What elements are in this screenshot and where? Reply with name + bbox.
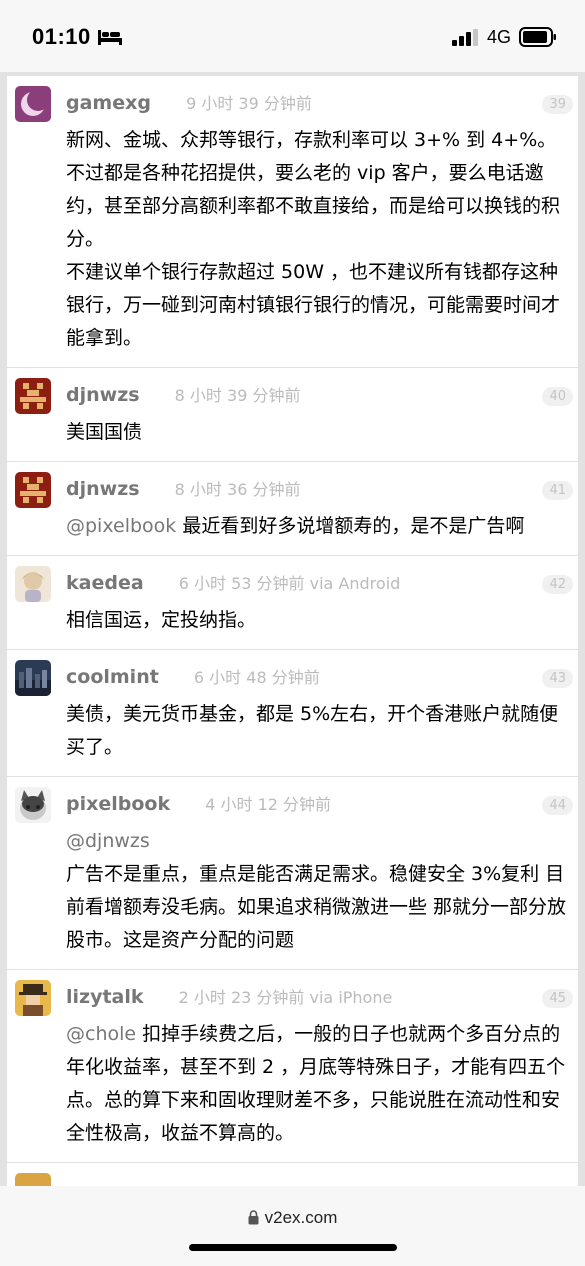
reply-meta: djnwzs 8 小时 36 分钟前 [66,476,578,502]
mention-link[interactable]: @chole [66,1023,136,1045]
floor-number: 40 [542,387,573,406]
network-label: 4G [487,27,512,47]
username-link[interactable]: kaedea [66,572,144,594]
avatar[interactable] [15,378,51,414]
reply-content: 美国国债 [66,416,572,449]
reply-paragraph: @pixelbook 最近看到好多说增额寿的，是不是广告啊 [66,510,572,543]
reply-item: gamexg 9 小时 39 分钟前 39 新网、金城、众邦等银行，存款利率可以… [7,76,578,368]
username-link[interactable]: gamexg [66,92,151,114]
reply-paragraph: 广告不是重点，重点是能否满足需求。稳健安全 3%复利 目前看增额寿没毛病。如果追… [66,863,567,951]
reply-item: coolmint 6 小时 48 分钟前 43 美债，美元货币基金，都是 5%左… [7,650,578,777]
avatar[interactable] [15,660,51,696]
url-bar[interactable]: v2ex.com [0,1208,585,1228]
floor-number: 39 [542,95,573,114]
reply-content: @chole 扣掉手续费之后，一般的日子也就两个多百分点的年化收益率，甚至不到 … [66,1018,572,1150]
reply-paragraph: 美债，美元货币基金，都是 5%左右，开个香港账户就随便买了。 [66,703,559,758]
reply-content: 新网、金城、众邦等银行，存款利率可以 3+% 到 4+%。 不过都是各种花招提供… [66,124,572,355]
mention-link[interactable]: @pixelbook [66,515,176,537]
floor-number: 43 [542,669,573,688]
reply-paragraph: 美国国债 [66,421,143,443]
lock-icon [248,1210,259,1225]
reply-paragraph: 不建议单个银行存款超过 50W ，也不建议所有钱都存这种银行，万一碰到河南村镇银… [66,261,561,349]
floor-number: 42 [542,575,573,594]
mention-link[interactable]: @djnwzs [66,825,572,858]
reply-time: 9 小时 39 分钟前 [186,94,312,113]
reply-paragraph: 新网、金城、众邦等银行，存款利率可以 3+% 到 4+%。 [66,129,557,151]
reply-content: 美债，美元货币基金，都是 5%左右，开个香港账户就随便买了。 [66,698,572,764]
username-link[interactable]: djnwzs [66,478,140,500]
reply-time: 2 小时 23 分钟前 via iPhone [178,988,393,1007]
reply-item [7,1163,578,1186]
reply-meta: coolmint 6 小时 48 分钟前 [66,664,578,690]
reply-time: 4 小时 12 分钟前 [205,795,332,814]
floor-number: 41 [542,481,573,500]
battery-icon [519,27,556,47]
reply-time: 8 小时 36 分钟前 [174,480,301,499]
reply-text: 扣掉手续费之后，一般的日子也就两个多百分点的年化收益率，甚至不到 2 ，月底等特… [66,1023,566,1144]
signal-icon [452,29,478,46]
floor-number: 44 [542,796,573,815]
username-link[interactable]: pixelbook [66,793,170,815]
avatar[interactable] [15,472,51,508]
reply-meta: kaedea 6 小时 53 分钟前 via Android [66,570,578,596]
avatar[interactable] [15,787,51,823]
url-text: v2ex.com [264,1208,338,1227]
avatar[interactable] [15,86,51,122]
reply-item: lizytalk 2 小时 23 分钟前 via iPhone 45 @chol… [7,970,578,1163]
reply-text: 最近看到好多说增额寿的，是不是广告啊 [176,515,525,537]
username-link[interactable]: coolmint [66,666,159,688]
home-indicator[interactable] [189,1244,397,1251]
reply-content: 相信国运，定投纳指。 [66,604,572,637]
reply-item: djnwzs 8 小时 39 分钟前 40 美国国债 [7,368,578,462]
reply-paragraph: 不过都是各种花招提供，要么老的 vip 客户，要么电话邀约，甚至部分高额利率都不… [66,162,561,250]
reply-meta: gamexg 9 小时 39 分钟前 [66,90,578,116]
username-link[interactable]: djnwzs [66,384,140,406]
bed-icon [98,30,122,45]
reply-item: kaedea 6 小时 53 分钟前 via Android 42 相信国运，定… [7,556,578,650]
browser-bottom-bar: v2ex.com [0,1186,585,1266]
status-time: 01:10 [32,24,91,49]
avatar[interactable] [15,1173,51,1186]
reply-time: 6 小时 53 分钟前 via Android [178,574,401,593]
reply-paragraph: 相信国运，定投纳指。 [66,609,257,631]
reply-content: @pixelbook 最近看到好多说增额寿的，是不是广告啊 [66,510,572,543]
avatar[interactable] [15,980,51,1016]
status-bar: 01:10 4G [0,0,585,72]
reply-time: 6 小时 48 分钟前 [193,668,320,687]
avatar[interactable] [15,566,51,602]
reply-paragraph: @chole 扣掉手续费之后，一般的日子也就两个多百分点的年化收益率，甚至不到 … [66,1018,572,1150]
username-link[interactable]: lizytalk [66,986,144,1008]
reply-item: pixelbook 4 小时 12 分钟前 44 @djnwzs 广告不是重点，… [7,777,578,970]
reply-meta: lizytalk 2 小时 23 分钟前 via iPhone [66,984,578,1010]
floor-number: 45 [542,989,573,1008]
reply-item: djnwzs 8 小时 36 分钟前 41 @pixelbook 最近看到好多说… [7,462,578,556]
reply-content: @djnwzs 广告不是重点，重点是能否满足需求。稳健安全 3%复利 目前看增额… [66,825,572,957]
reply-meta: djnwzs 8 小时 39 分钟前 [66,382,578,408]
reply-list: gamexg 9 小时 39 分钟前 39 新网、金城、众邦等银行，存款利率可以… [7,76,578,1186]
reply-time: 8 小时 39 分钟前 [174,386,301,405]
reply-meta: pixelbook 4 小时 12 分钟前 [66,791,578,817]
